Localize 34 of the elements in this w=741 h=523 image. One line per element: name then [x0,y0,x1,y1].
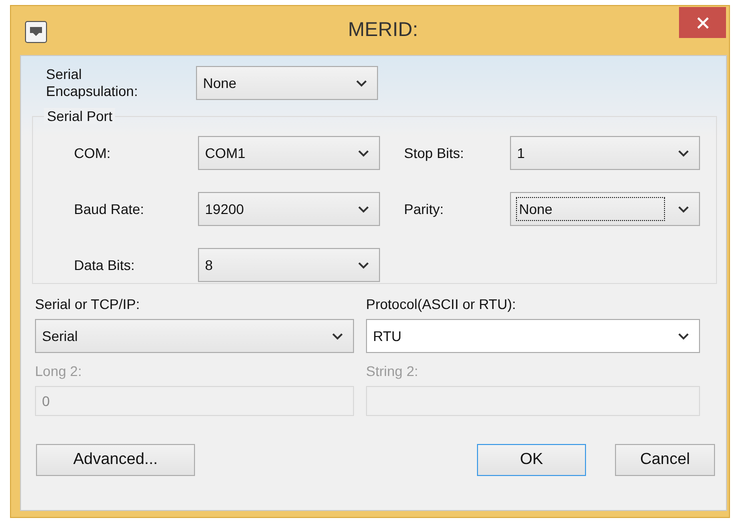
window-menu-icon[interactable] [25,20,47,42]
chevron-down-icon [332,332,343,340]
dialog-button[interactable]: OK [477,444,586,476]
dropdown[interactable]: COM1 [198,136,380,170]
chevron-down-icon [358,262,369,268]
chevron-down-icon [678,332,689,340]
field-label: Baud Rate: [73,200,146,218]
close-button[interactable] [679,7,726,38]
field-label: Serial Encapsulation: [46,66,139,100]
dropdown[interactable]: Serial [35,319,354,353]
chevron-down-icon [356,80,367,86]
chevron-down-icon [678,150,689,156]
dialog-button[interactable]: Cancel [615,444,715,476]
combo-box[interactable]: RTU [366,319,700,353]
dropdown[interactable]: 1 [510,136,700,170]
field-label: Parity: [403,200,445,218]
window-title: MERID: [347,19,419,42]
dropdown[interactable]: 8 [198,248,380,282]
chevron-down-icon [678,206,689,212]
field-label: Stop Bits: [403,144,465,162]
dialog-button[interactable]: Advanced... [36,444,195,476]
field-label: Serial or TCP/IP: [35,296,141,313]
dropdown[interactable]: None [196,66,378,100]
field-label: String 2: [366,363,420,380]
field-label: COM: [73,144,112,162]
chevron-down-icon [358,206,369,212]
dropdown[interactable]: None [510,192,700,226]
field-label: Long 2: [35,363,83,380]
dropdown[interactable]: 19200 [198,192,380,226]
chevron-down-icon [358,150,369,156]
group-title: Serial Port [44,108,116,124]
field-label: Data Bits: [73,256,136,274]
field-label: Protocol(ASCII or RTU): [366,296,517,313]
close-icon [696,16,708,28]
